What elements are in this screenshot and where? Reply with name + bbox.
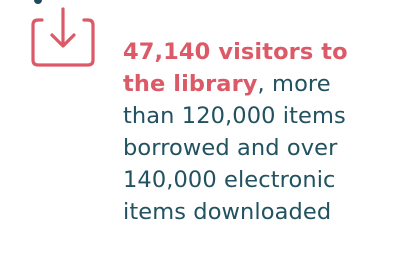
stat-highlight-1: 47,140 visitors to	[123, 39, 348, 65]
stat-text: 47,140 visitors to the library, more tha…	[123, 36, 393, 228]
stat-line-2: the library, more	[123, 68, 393, 100]
download-icon	[31, 7, 95, 67]
stat-line-5: 140,000 electronic	[123, 167, 336, 193]
stat-line-1: 47,140 visitors to	[123, 36, 393, 68]
bullet-dot	[34, 0, 42, 4]
stat-line-4: borrowed and over	[123, 135, 338, 161]
stat-line-3: than 120,000 items	[123, 103, 346, 129]
stat-line-2-rest: , more	[257, 71, 331, 97]
stat-line-6: items downloaded	[123, 199, 332, 225]
stat-highlight-2: the library	[123, 71, 258, 97]
